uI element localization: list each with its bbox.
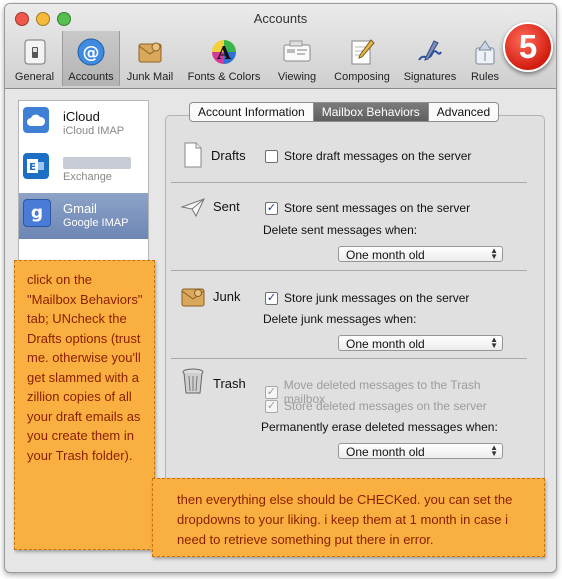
drafts-section: Drafts Store draft messages on the serve… — [180, 138, 520, 178]
section-divider — [171, 358, 527, 359]
store-drafts-checkbox[interactable]: Store draft messages on the server — [265, 149, 471, 163]
sent-section: Sent ✓ Store sent messages on the server… — [180, 190, 520, 270]
at-sign-icon: @ — [76, 37, 106, 67]
erase-deleted-label: Permanently erase deleted messages when: — [261, 420, 498, 434]
tab-advanced[interactable]: Advanced — [429, 103, 498, 121]
svg-text:@: @ — [83, 43, 100, 63]
toolbar-signatures[interactable]: Signatures — [398, 31, 462, 86]
tab-mailbox-behaviors[interactable]: Mailbox Behaviors — [313, 103, 429, 121]
trash-title: Trash — [213, 376, 246, 391]
updown-arrows-icon: ▲ ▼ — [490, 335, 498, 350]
junk-section: Junk ✓ Store junk messages on the server… — [180, 279, 520, 359]
paper-plane-icon — [180, 192, 206, 222]
store-junk-checkbox[interactable]: ✓ Store junk messages on the server — [265, 291, 469, 305]
delete-sent-label: Delete sent messages when: — [263, 223, 418, 237]
composing-icon — [347, 37, 377, 67]
svg-text:A: A — [216, 43, 232, 64]
updown-arrows-icon: ▲ ▼ — [490, 443, 498, 458]
store-sent-checkbox[interactable]: ✓ Store sent messages on the server — [265, 201, 470, 215]
store-deleted-checkbox-box[interactable]: ✓ — [265, 399, 278, 413]
toolbar-fonts-colors[interactable]: A Fonts & Colors — [180, 31, 268, 86]
junk-title: Junk — [213, 289, 241, 304]
store-deleted-checkbox[interactable]: ✓ Store deleted messages on the server — [265, 399, 487, 413]
toolbar-viewing[interactable]: Viewing — [268, 31, 326, 86]
updown-arrows-icon: ▲ ▼ — [490, 246, 498, 261]
delete-sent-dropdown[interactable]: One month old ▲ ▼ — [338, 246, 503, 262]
fonts-colors-icon: A — [209, 37, 239, 67]
delete-junk-label: Delete junk messages when: — [263, 312, 417, 326]
general-switch-icon — [20, 37, 50, 67]
step-number-badge: 5 — [503, 22, 553, 72]
viewing-icon — [282, 37, 312, 67]
store-sent-checkbox-box[interactable]: ✓ — [265, 201, 278, 215]
toolbar-junk-mail[interactable]: Junk Mail — [120, 31, 180, 86]
section-divider — [171, 270, 527, 271]
window-titlebar: Accounts General @ Accounts Junk Mail A … — [5, 4, 556, 89]
rules-icon — [470, 37, 500, 67]
drafts-title: Drafts — [211, 148, 246, 163]
trash-can-icon — [180, 366, 206, 396]
account-item-gmail[interactable]: g Gmail Google IMAP — [19, 193, 148, 239]
move-to-trash-checkbox-box[interactable]: ✓ — [265, 385, 278, 399]
sent-title: Sent — [213, 199, 240, 214]
store-junk-checkbox-box[interactable]: ✓ — [265, 291, 278, 305]
tab-account-information[interactable]: Account Information — [190, 103, 314, 121]
junk-mail-icon — [135, 37, 165, 67]
section-divider — [171, 182, 527, 183]
toolbar-accounts[interactable]: @ Accounts — [62, 31, 120, 86]
svg-text:E: E — [29, 162, 36, 173]
erase-deleted-dropdown[interactable]: One month old ▲ ▼ — [338, 443, 503, 459]
drafts-document-icon — [180, 140, 206, 170]
cloud-icon — [23, 107, 49, 133]
toolbar-composing[interactable]: Composing — [326, 31, 398, 86]
left-annotation-note: click on the "Mailbox Behaviors" tab; UN… — [14, 260, 155, 550]
account-tabs: Account Information Mailbox Behaviors Ad… — [189, 102, 500, 122]
toolbar-rules[interactable]: Rules — [462, 31, 508, 86]
trash-section: Trash ✓ Move deleted messages to the Tra… — [180, 366, 520, 476]
redacted-account-name — [63, 157, 131, 169]
delete-junk-dropdown[interactable]: One month old ▲ ▼ — [338, 335, 503, 351]
store-drafts-checkbox-box[interactable] — [265, 149, 278, 163]
preferences-toolbar: General @ Accounts Junk Mail A Fonts & C… — [7, 31, 508, 86]
google-icon: g — [23, 199, 51, 227]
signatures-icon — [415, 37, 445, 67]
account-item-exchange[interactable]: E Exchange — [19, 147, 148, 193]
account-item-icloud[interactable]: iCloud iCloud IMAP — [19, 101, 148, 147]
toolbar-general[interactable]: General — [7, 31, 62, 86]
bottom-annotation-note: then everything else should be CHECKed. … — [152, 478, 545, 557]
window-title: Accounts — [253, 11, 308, 26]
exchange-icon: E — [23, 153, 49, 179]
junk-envelope-icon — [180, 282, 206, 312]
